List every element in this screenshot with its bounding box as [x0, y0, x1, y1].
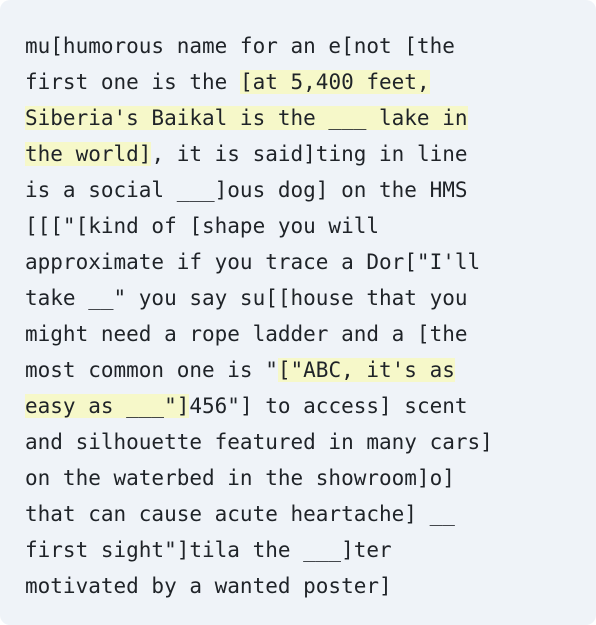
- text-segment: 456"] to access] scent and silhouette fe…: [25, 394, 493, 598]
- text-card: mu[humorous name for an e[not [the first…: [0, 0, 596, 625]
- nested-puzzle-text: mu[humorous name for an e[not [the first…: [25, 28, 576, 604]
- text-segment: , it is said]ting in line is a social __…: [25, 142, 481, 382]
